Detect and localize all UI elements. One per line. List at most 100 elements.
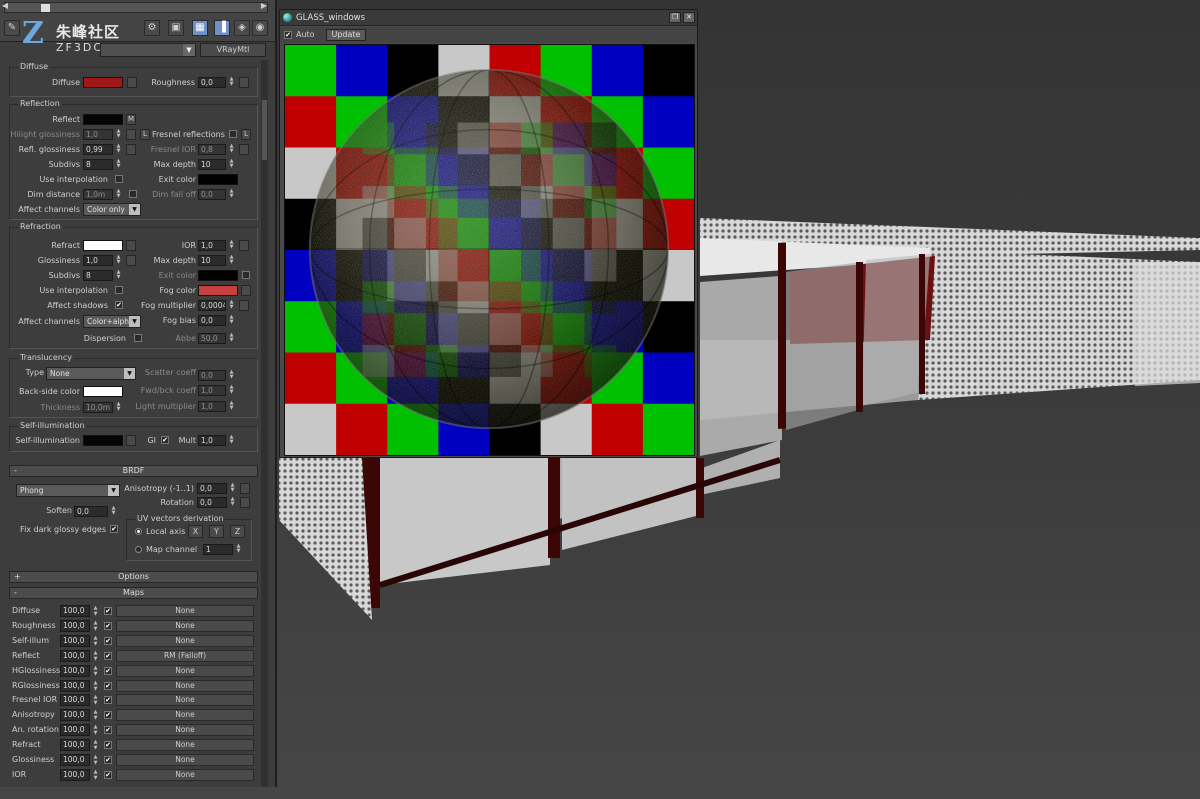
- rotation-map-button[interactable]: [240, 497, 250, 508]
- map-enable-checkbox[interactable]: ✔: [104, 607, 112, 615]
- map-amount-spinner[interactable]: ▲ ▼: [92, 724, 99, 736]
- map-slot-button[interactable]: None: [116, 709, 254, 722]
- scrollbar-thumb[interactable]: [262, 100, 267, 160]
- hilight-spinner[interactable]: ▲ ▼: [115, 129, 122, 140]
- refr-subdivs-spinner[interactable]: ▲ ▼: [115, 270, 122, 281]
- map-amount-input[interactable]: 100,0: [60, 649, 90, 662]
- map-amount-input[interactable]: 100,0: [60, 739, 90, 752]
- abbe-spinner[interactable]: ▲ ▼: [228, 333, 235, 344]
- anisotropy-input[interactable]: 0,0: [197, 483, 227, 494]
- maps-rollout-header[interactable]: - Maps: [9, 587, 258, 599]
- dim-falloff-spinner[interactable]: ▲ ▼: [228, 189, 235, 200]
- reflect-color-swatch[interactable]: [83, 114, 123, 125]
- fresnel-ior-map-button[interactable]: [239, 144, 249, 155]
- refl-max-depth-spinner[interactable]: ▲ ▼: [228, 159, 235, 170]
- ior-map-button[interactable]: [239, 240, 249, 251]
- map-slot-button[interactable]: None: [116, 679, 254, 692]
- roughness-map-button[interactable]: [239, 77, 249, 88]
- map-enable-checkbox[interactable]: ✔: [104, 666, 112, 675]
- map-amount-spinner[interactable]: ▲ ▼: [92, 620, 99, 632]
- chevron-down-icon[interactable]: ▼: [183, 44, 195, 56]
- refr-subdivs-input[interactable]: 8: [83, 270, 113, 281]
- local-axis-radio[interactable]: [135, 528, 142, 535]
- fix-dark-glossy-edges-checkbox[interactable]: ✔: [110, 525, 118, 533]
- map-slot-button[interactable]: None: [116, 605, 254, 617]
- fwd-bck-coeff-spinner[interactable]: ▲ ▼: [228, 385, 235, 396]
- diffuse-color-swatch[interactable]: [83, 77, 123, 88]
- diffuse-map-button[interactable]: [127, 77, 137, 88]
- refr-exit-color-swatch[interactable]: [198, 270, 238, 281]
- dim-distance-checkbox[interactable]: [129, 190, 137, 198]
- map-amount-spinner[interactable]: ▲ ▼: [92, 694, 99, 706]
- hilight-lock-button[interactable]: L: [140, 129, 150, 140]
- material-name-field[interactable]: ▼: [100, 43, 196, 57]
- show-map-icon[interactable]: ▣: [168, 20, 184, 36]
- map-slot-button[interactable]: RM (Falloff): [116, 649, 254, 662]
- anisotropy-spinner[interactable]: ▲ ▼: [229, 483, 236, 494]
- self-illumination-color-swatch[interactable]: [83, 435, 123, 446]
- map-channel-input[interactable]: 1: [203, 544, 233, 555]
- scatter-coeff-spinner[interactable]: ▲ ▼: [228, 370, 235, 381]
- self-illumination-map-button[interactable]: [126, 435, 136, 446]
- material-preview-window[interactable]: GLASS_windows ❐ ✕ ✔ Auto Update: [279, 9, 698, 458]
- dim-distance-spinner[interactable]: ▲ ▼: [115, 189, 122, 200]
- hilight-map-button[interactable]: [126, 129, 136, 140]
- fog-color-map-button[interactable]: [241, 285, 251, 296]
- options-rollout-header[interactable]: + Options: [9, 571, 258, 583]
- map-amount-input[interactable]: 100,0: [60, 619, 90, 632]
- rotation-spinner[interactable]: ▲ ▼: [229, 497, 236, 508]
- map-amount-input[interactable]: 100,0: [60, 724, 90, 737]
- dim-falloff-input[interactable]: 0,0: [198, 189, 226, 200]
- fog-multiplier-input[interactable]: 0,0004: [198, 300, 226, 311]
- soften-spinner[interactable]: ▲ ▼: [110, 506, 117, 517]
- map-amount-spinner[interactable]: ▲ ▼: [92, 769, 99, 781]
- dim-distance-input[interactable]: 1,0m: [83, 189, 113, 200]
- refl-exit-color-swatch[interactable]: [198, 174, 238, 185]
- panel-scrollbar[interactable]: [261, 60, 268, 787]
- map-amount-input[interactable]: 100,0: [60, 664, 90, 677]
- mult-spinner[interactable]: ▲ ▼: [228, 435, 235, 446]
- map-amount-input[interactable]: 100,0: [60, 694, 90, 707]
- fresnel-reflections-checkbox[interactable]: [229, 130, 237, 138]
- map-enable-checkbox[interactable]: ✔: [104, 711, 112, 720]
- auto-checkbox[interactable]: ✔: [284, 31, 292, 39]
- map-amount-spinner[interactable]: ▲ ▼: [92, 665, 99, 677]
- brdf-rollout-header[interactable]: - BRDF: [9, 465, 258, 477]
- map-slot-button[interactable]: None: [116, 768, 254, 781]
- map-enable-checkbox[interactable]: ✔: [104, 770, 112, 779]
- map-amount-spinner[interactable]: ▲ ▼: [92, 650, 99, 662]
- anisotropy-map-button[interactable]: [240, 483, 250, 494]
- refl-glossiness-input[interactable]: 0,99: [83, 144, 113, 155]
- refl-subdivs-spinner[interactable]: ▲ ▼: [115, 159, 122, 170]
- refl-gloss-spinner[interactable]: ▲ ▼: [115, 144, 122, 155]
- refl-max-depth-input[interactable]: 10: [198, 159, 226, 170]
- thickness-spinner[interactable]: ▲ ▼: [115, 402, 122, 413]
- thickness-input[interactable]: 10,0m: [83, 402, 113, 413]
- map-amount-spinner[interactable]: ▲ ▼: [92, 635, 99, 647]
- fog-color-swatch[interactable]: [198, 285, 238, 296]
- map-enable-checkbox[interactable]: ✔: [104, 741, 112, 750]
- map-amount-spinner[interactable]: ▲ ▼: [92, 680, 99, 692]
- map-slot-button[interactable]: None: [116, 619, 254, 632]
- map-channel-spinner[interactable]: ▲ ▼: [235, 544, 242, 555]
- fog-bias-spinner[interactable]: ▲ ▼: [228, 315, 235, 326]
- preview-title-bar[interactable]: GLASS_windows ❐ ✕: [280, 10, 697, 26]
- fresnel-ior-input[interactable]: 0,8: [198, 144, 226, 155]
- refract-map-button[interactable]: [126, 240, 136, 251]
- background-checker-icon[interactable]: ▦: [192, 20, 208, 36]
- soften-input[interactable]: 0,0: [74, 506, 108, 517]
- refl-use-interpolation-checkbox[interactable]: [115, 175, 123, 183]
- refr-max-depth-input[interactable]: 10: [198, 255, 226, 266]
- fresnel-lock-button[interactable]: L: [241, 129, 251, 140]
- update-button[interactable]: Update: [326, 29, 366, 41]
- reflect-map-button[interactable]: M: [126, 114, 136, 125]
- map-slot-button[interactable]: None: [116, 694, 254, 707]
- map-slot-button[interactable]: None: [116, 664, 254, 677]
- translucency-type-dropdown[interactable]: None ▼: [46, 367, 136, 380]
- map-slot-button[interactable]: None: [116, 634, 254, 647]
- map-enable-checkbox[interactable]: ✔: [104, 726, 112, 735]
- map-amount-spinner[interactable]: ▲ ▼: [92, 605, 99, 617]
- brdf-type-dropdown[interactable]: Phong ▼: [16, 484, 120, 497]
- map-amount-input[interactable]: 100,0: [60, 768, 90, 781]
- affect-shadows-checkbox[interactable]: ✔: [115, 301, 123, 309]
